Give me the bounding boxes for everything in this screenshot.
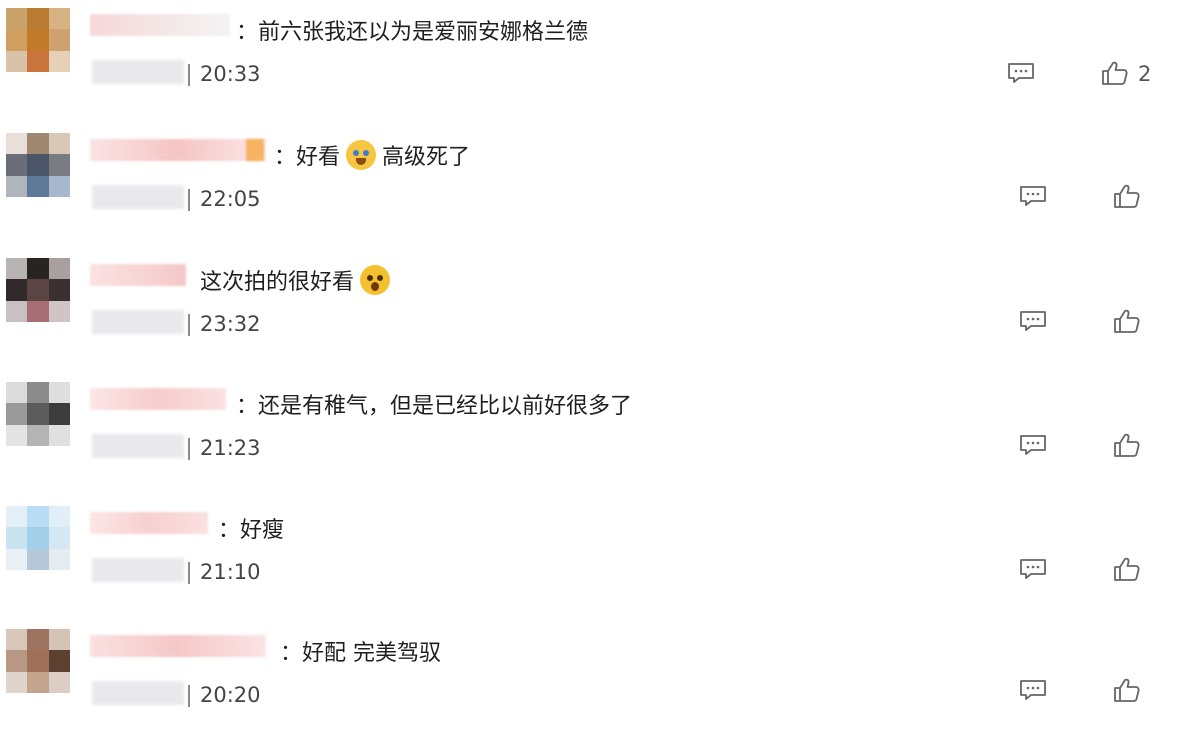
thumbs-up-icon[interactable] (1113, 183, 1141, 209)
separator (188, 189, 190, 211)
comment-time: 22:05 (200, 187, 261, 211)
thumbs-up-icon[interactable] (1113, 308, 1141, 334)
separator (188, 64, 190, 86)
separator (188, 685, 190, 707)
meta-blurred (92, 434, 184, 458)
separator (188, 438, 190, 460)
separator (188, 562, 190, 584)
comment-item: ：好看 高级死了 22:05 (0, 133, 1200, 253)
username-blurred[interactable] (90, 264, 186, 286)
like-count: 2 (1138, 62, 1152, 86)
comment-item: ：好配 完美驾驭 20:20 (0, 629, 1200, 749)
avatar[interactable] (6, 506, 70, 570)
comment-item: ：前六张我还以为是爱丽安娜格兰德 20:33 2 (0, 8, 1200, 128)
username-blurred[interactable] (90, 14, 230, 36)
comment-bubble-icon[interactable] (1019, 434, 1047, 456)
meta-blurred (92, 310, 184, 334)
comment-text: ：还是有稚气，但是已经比以前好很多了 (236, 394, 633, 419)
avatar[interactable] (6, 258, 70, 322)
thumbs-up-icon[interactable] (1113, 556, 1141, 582)
comment-bubble-icon[interactable] (1019, 310, 1047, 332)
username-blurred[interactable] (90, 635, 266, 657)
comment-text: ：好瘦 (218, 518, 285, 543)
thumbs-up-icon[interactable] (1113, 432, 1141, 458)
comment-bubble-icon[interactable] (1019, 185, 1047, 207)
comment-item: ：好瘦 21:10 (0, 506, 1200, 626)
comment-item: ：还是有稚气，但是已经比以前好很多了 21:23 (0, 382, 1200, 502)
avatar[interactable] (6, 8, 70, 72)
shocked-face-emoji (360, 265, 391, 295)
comment-text: ：前六张我还以为是爱丽安娜格兰德 (236, 20, 589, 45)
crying-face-emoji (346, 140, 377, 170)
comment-bubble-icon[interactable] (1019, 679, 1047, 701)
comment-time: 20:33 (200, 62, 261, 86)
comment-text: ：好配 完美驾驭 (280, 641, 441, 666)
comment-text: ：好看 高级死了 (274, 139, 470, 171)
username-blurred[interactable] (90, 512, 208, 534)
thumbs-up-icon[interactable] (1113, 677, 1141, 703)
comment-time: 23:32 (200, 312, 261, 336)
comment-bubble-icon[interactable] (1007, 62, 1035, 84)
comment-time: 21:10 (200, 560, 261, 584)
comment-time: 21:23 (200, 436, 261, 460)
avatar[interactable] (6, 133, 70, 197)
comment-text: 这次拍的很好看 (200, 264, 396, 296)
avatar[interactable] (6, 382, 70, 446)
thumbs-up-icon[interactable] (1101, 60, 1129, 86)
meta-blurred (92, 681, 184, 705)
username-blurred[interactable] (90, 388, 226, 410)
comment-time: 20:20 (200, 683, 261, 707)
avatar[interactable] (6, 629, 70, 693)
meta-blurred (92, 558, 184, 582)
badge-blurred (246, 139, 264, 161)
meta-blurred (92, 185, 184, 209)
comment-bubble-icon[interactable] (1019, 558, 1047, 580)
comment-item: 这次拍的很好看 23:32 (0, 258, 1200, 378)
separator (188, 314, 190, 336)
username-blurred[interactable] (90, 139, 266, 161)
meta-blurred (92, 60, 184, 84)
